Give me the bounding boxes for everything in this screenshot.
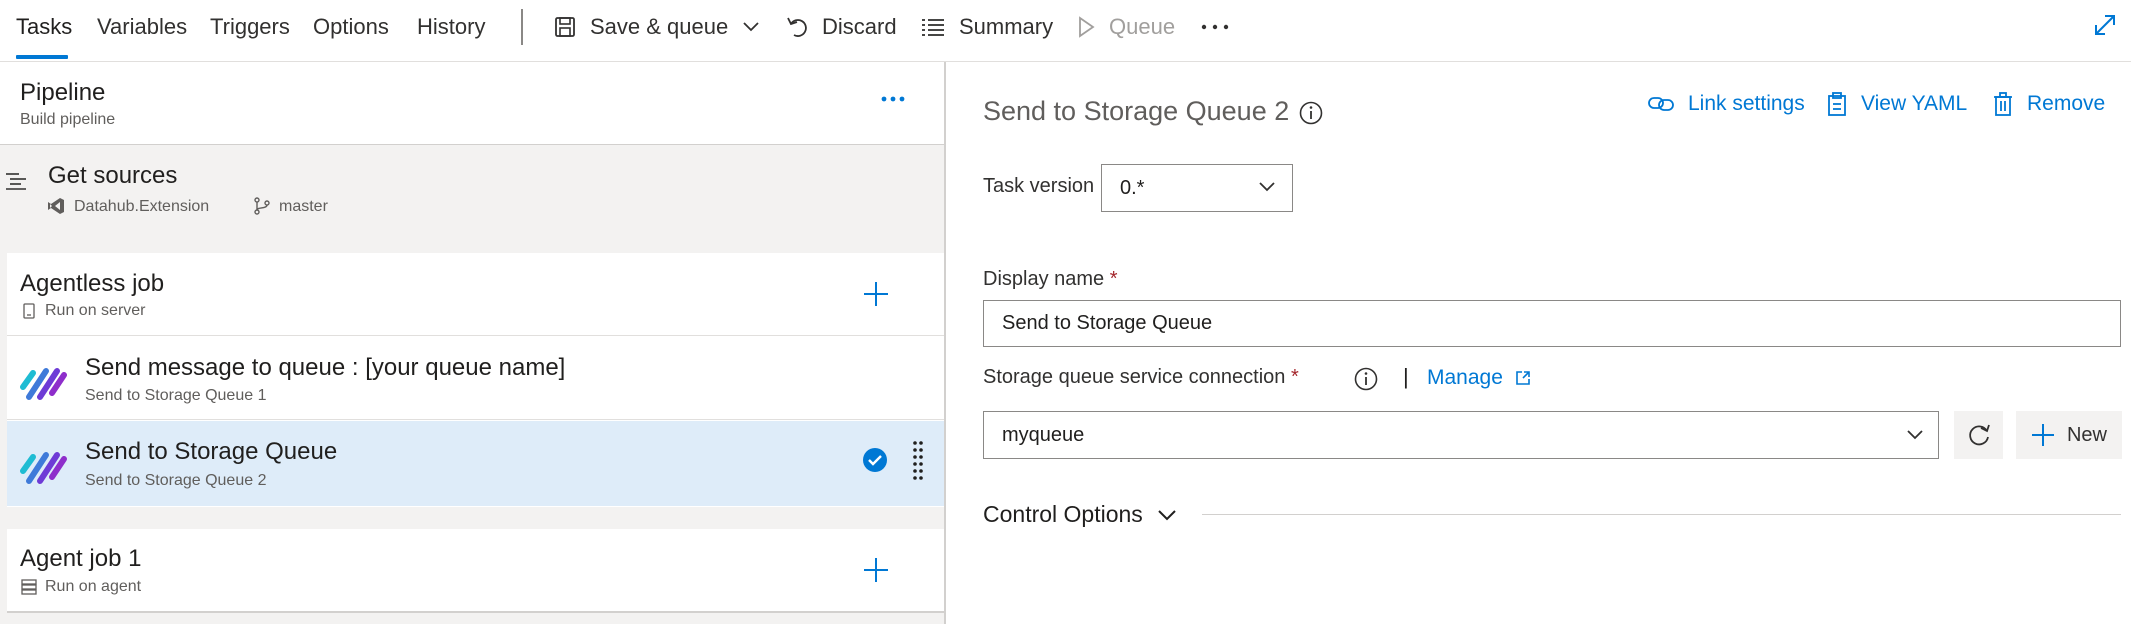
new-label: New (2066, 423, 2107, 446)
info-icon[interactable] (1354, 367, 1378, 391)
tab-history[interactable]: History (417, 14, 485, 40)
remove-button[interactable]: Remove (1993, 92, 2105, 116)
new-connection-button[interactable]: New (2016, 411, 2122, 459)
trash-icon (1993, 92, 2013, 116)
drag-handle-icon[interactable] (912, 440, 924, 482)
get-sources-title: Get sources (48, 162, 178, 189)
refresh-button[interactable] (1954, 411, 2003, 459)
toolbar: Tasks Variables Triggers Options History… (0, 0, 2131, 62)
chevron-down-icon[interactable] (742, 21, 760, 33)
save-and-queue-button[interactable]: Save & queue (554, 10, 760, 44)
agent-job-title: Agent job 1 (20, 545, 142, 572)
get-sources-row[interactable]: Get sources Datahub.Extension master (0, 146, 944, 248)
summary-button[interactable]: Summary (921, 10, 1053, 44)
agentless-job-group: Agentless job Run on server Send message… (7, 253, 944, 507)
active-tab-indicator (16, 55, 68, 59)
get-sources-icon (5, 170, 27, 192)
chevron-down-icon (1157, 509, 1177, 521)
list-icon (921, 17, 945, 37)
task-row-selected[interactable]: Send to Storage Queue Send to Storage Qu… (7, 421, 944, 506)
toolbar-divider (521, 9, 523, 45)
agentless-job-header[interactable]: Agentless job Run on server (7, 253, 944, 336)
agent-icon (21, 579, 37, 595)
task-version-label: Task version (983, 175, 1095, 197)
separator: | (1403, 364, 1409, 389)
pipeline-header[interactable]: Pipeline Build pipeline (0, 62, 944, 145)
task-row[interactable]: Send message to queue : [your queue name… (7, 337, 944, 420)
connection-value: myqueue (1002, 423, 1085, 446)
tab-options[interactable]: Options (313, 14, 389, 40)
queue-button[interactable]: Queue (1077, 10, 1175, 44)
agent-job-header[interactable]: Agent job 1 Run on agent (7, 529, 944, 613)
view-yaml-label: View YAML (1861, 92, 1968, 115)
external-link-icon (1515, 370, 1531, 386)
agent-job-subtitle: Run on agent (45, 578, 142, 595)
save-and-queue-label: Save & queue (590, 14, 729, 39)
link-settings-button[interactable]: Link settings (1648, 92, 1805, 116)
tab-tasks[interactable]: Tasks (16, 14, 72, 40)
manage-link[interactable]: Manage (1427, 366, 1531, 390)
agentless-job-subtitle: Run on server (45, 302, 146, 319)
checkmark-circle-icon (862, 447, 888, 473)
more-icon[interactable] (1200, 20, 1230, 34)
server-icon (23, 303, 35, 319)
connection-dropdown[interactable]: myqueue (983, 411, 1939, 459)
tab-variables[interactable]: Variables (97, 14, 187, 40)
task-title: Send to Storage Queue (85, 438, 338, 465)
plus-icon (2031, 423, 2055, 447)
clipboard-icon (1827, 92, 1847, 116)
save-icon (554, 16, 576, 38)
storage-queue-task-icon (19, 441, 69, 487)
link-settings-label: Link settings (1688, 92, 1805, 115)
chevron-down-icon (1258, 181, 1276, 193)
remove-label: Remove (2027, 92, 2106, 115)
pipeline-more-icon[interactable] (881, 95, 905, 103)
section-divider (1202, 514, 2121, 515)
link-icon (1648, 95, 1674, 113)
agentless-job-title: Agentless job (20, 270, 165, 297)
pipeline-title: Pipeline (20, 79, 106, 106)
display-name-label: Display name * (983, 268, 1118, 290)
repo-name: Datahub.Extension (74, 198, 210, 215)
pipeline-tasks-panel: Pipeline Build pipeline Get sources Data… (0, 62, 946, 624)
task-version-dropdown[interactable]: 0.* (1101, 164, 1293, 212)
storage-queue-task-icon (19, 357, 69, 403)
manage-label: Manage (1427, 366, 1503, 389)
required-indicator: * (1109, 268, 1118, 290)
task-subtitle: Send to Storage Queue 1 (85, 387, 267, 404)
connection-label: Storage queue service connection * (983, 366, 1299, 388)
view-yaml-button[interactable]: View YAML (1827, 92, 1967, 116)
display-name-input[interactable]: Send to Storage Queue (983, 300, 2121, 347)
visual-studio-icon (47, 197, 65, 215)
undo-icon (786, 15, 808, 39)
branch-icon (253, 197, 271, 215)
task-detail-title: Send to Storage Queue 2 (983, 96, 1290, 126)
discard-label: Discard (822, 14, 897, 39)
chevron-down-icon (1906, 429, 1924, 441)
refresh-icon (1966, 422, 1992, 448)
discard-button[interactable]: Discard (786, 10, 897, 44)
task-detail-panel: Send to Storage Queue 2 Link settings Vi… (948, 62, 2131, 624)
control-options-label: Control Options (983, 501, 1143, 527)
add-task-icon[interactable] (863, 557, 889, 583)
queue-label: Queue (1109, 14, 1176, 39)
required-indicator: * (1290, 366, 1299, 388)
add-task-icon[interactable] (863, 281, 889, 307)
info-icon[interactable] (1299, 101, 1323, 125)
pipeline-subtitle: Build pipeline (20, 111, 116, 128)
play-icon (1077, 16, 1095, 38)
expand-icon[interactable] (2092, 12, 2118, 38)
task-subtitle: Send to Storage Queue 2 (85, 472, 267, 489)
tab-triggers[interactable]: Triggers (210, 14, 290, 40)
task-title: Send message to queue : [your queue name… (85, 354, 566, 381)
task-version-value: 0.* (1120, 176, 1145, 199)
branch-name: master (279, 198, 328, 215)
control-options-toggle[interactable]: Control Options (983, 501, 1177, 528)
summary-label: Summary (959, 14, 1054, 39)
